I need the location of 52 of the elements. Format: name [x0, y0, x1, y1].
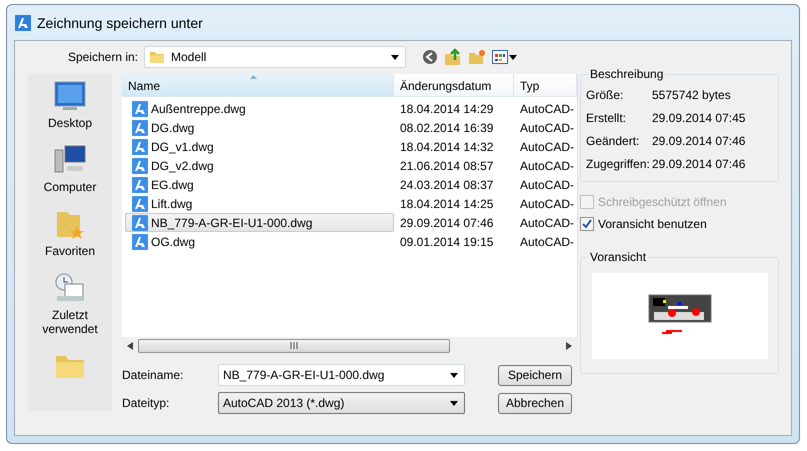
info-value: 29.09.2014 07:46 [652, 156, 746, 170]
date-cell-text: 18.04.2014 14:25 [399, 196, 494, 212]
file-row[interactable]: DG_v1.dwg [125, 137, 394, 156]
group-title: Beschreibung [588, 67, 666, 81]
file-row[interactable]: Außentreppe.dwg [125, 99, 394, 118]
type-cell-text: AutoCAD- [519, 100, 576, 118]
date-cell-text: 18.04.2014 14:29 [399, 100, 494, 118]
date-cell-text: 29.09.2014 07:46 [399, 214, 494, 232]
column-header[interactable]: Name [122, 74, 394, 96]
checkbox-label: Voransicht benutzen [598, 217, 707, 231]
column-header[interactable]: Typ [514, 74, 577, 96]
file-row[interactable]: Lift.dwg [125, 194, 394, 213]
file-row[interactable]: NB_779-A-GR-EI-U1-000.dwg [125, 213, 394, 232]
file-row[interactable]: DG.dwg [125, 118, 394, 137]
file-type-dropdown[interactable]: AutoCAD 2013 (*.dwg) [218, 392, 465, 414]
type-cell-text: AutoCAD- [519, 196, 576, 212]
info-label: Erstellt: [586, 110, 628, 124]
group-title: Voransicht [588, 250, 648, 264]
date-cell-text: 18.04.2014 14:32 [399, 138, 494, 156]
date-cell-text: 09.01.2014 19:15 [399, 234, 494, 250]
info-label: Größe: [586, 88, 624, 102]
save-button[interactable]: Speichern [498, 364, 572, 386]
file-name-field[interactable]: NB_779-A-GR-EI-U1-000.dwg [218, 364, 465, 386]
save-in-dropdown[interactable]: Modell [144, 46, 406, 68]
type-cell-text: AutoCAD- [519, 120, 576, 136]
info-label: Zugegriffen: [586, 156, 651, 170]
place-item[interactable]: Computer [30, 144, 110, 194]
window-title: Zeichnung speichern unter [37, 14, 203, 30]
type-cell-text: AutoCAD- [519, 138, 576, 156]
type-cell-text: AutoCAD- [519, 234, 576, 250]
info-value: 5575742 bytes [652, 88, 732, 102]
type-cell-text: AutoCAD- [519, 158, 576, 174]
type-cell-text: AutoCAD- [519, 214, 576, 232]
date-cell-text: 24.03.2014 08:37 [399, 176, 494, 194]
file-name-label: Dateiname: [122, 368, 184, 382]
place-item[interactable]: Favoriten [30, 208, 110, 258]
place-item[interactable]: Zuletzt verwendet [30, 272, 110, 336]
info-label: Geändert: [586, 134, 640, 148]
place-item[interactable]: Desktop [30, 80, 110, 130]
save-in-label: Speichern in: [66, 50, 138, 64]
cancel-button[interactable]: Abbrechen [498, 392, 572, 414]
file-type-label: Dateityp: [122, 396, 170, 410]
type-cell-text: AutoCAD- [519, 176, 576, 194]
checkbox-label: Schreibgeschützt öffnen [598, 195, 727, 209]
info-value: 29.09.2014 07:45 [652, 110, 746, 124]
file-row[interactable]: DG_v2.dwg [125, 156, 394, 175]
file-row[interactable]: EG.dwg [125, 175, 394, 194]
column-header[interactable]: Änderungsdatum [394, 74, 514, 96]
file-row[interactable]: OG.dwg [125, 232, 394, 251]
date-cell-text: 08.02.2014 16:39 [399, 120, 494, 136]
info-value: 29.09.2014 07:46 [652, 134, 746, 148]
date-cell-text: 21.06.2014 08:57 [399, 158, 494, 174]
